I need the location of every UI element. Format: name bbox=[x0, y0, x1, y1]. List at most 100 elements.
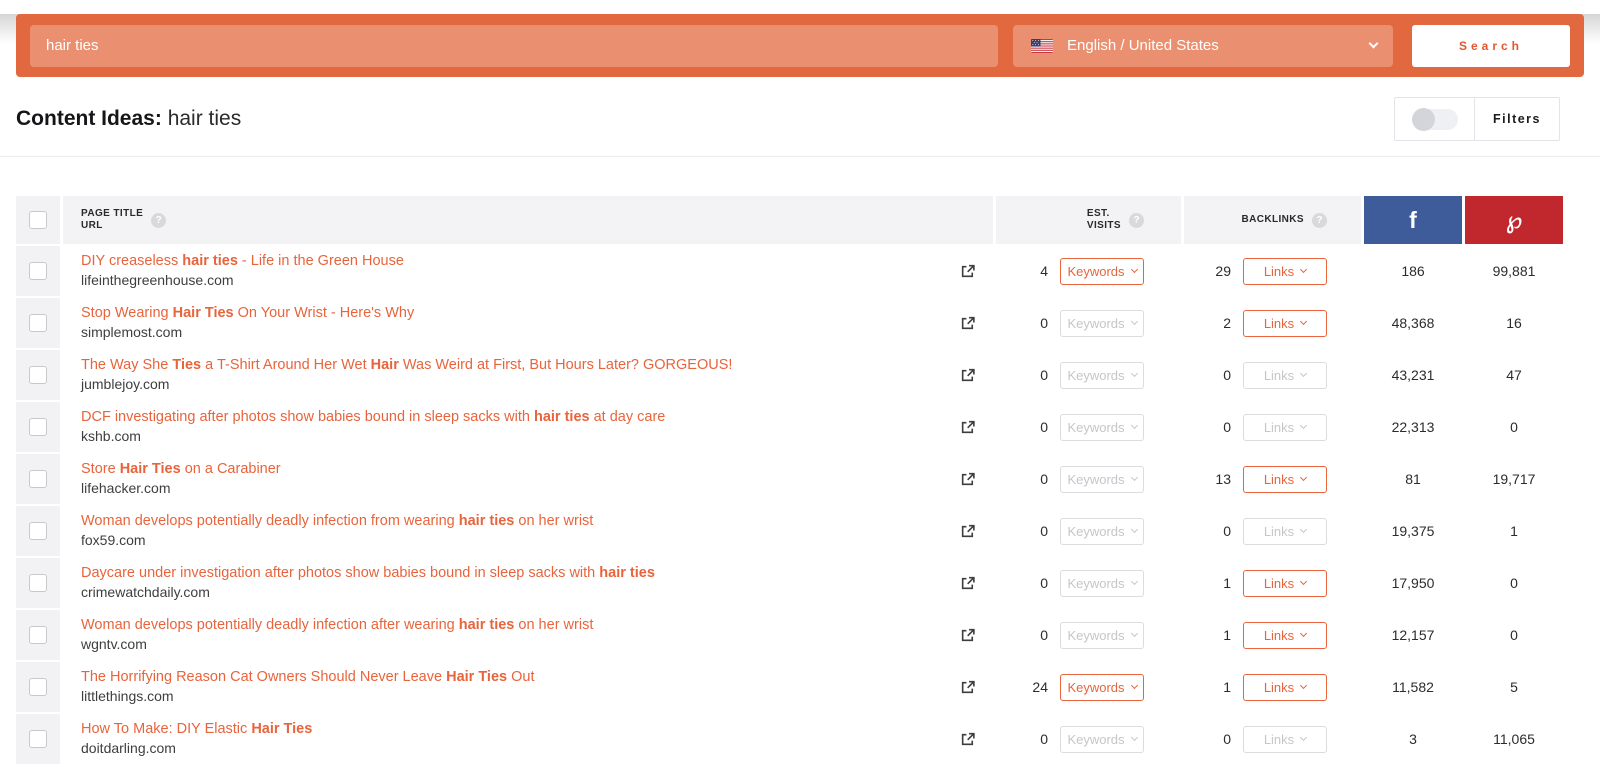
row-checkbox[interactable] bbox=[29, 678, 47, 696]
est-visits-value: 0 bbox=[1040, 367, 1048, 383]
row-select-cell bbox=[16, 558, 60, 608]
backlinks-cell: 1 Links bbox=[1184, 610, 1361, 660]
est-visits-value: 0 bbox=[1040, 523, 1048, 539]
keywords-dropdown: Keywords bbox=[1060, 361, 1144, 389]
external-link-icon[interactable] bbox=[960, 731, 976, 752]
help-icon[interactable]: ? bbox=[1312, 212, 1327, 228]
facebook-shares: 11,582 bbox=[1392, 679, 1434, 695]
page-title-link[interactable]: Woman develops potentially deadly infect… bbox=[81, 616, 593, 635]
external-link-icon[interactable] bbox=[960, 523, 976, 544]
links-dropdown[interactable]: Links bbox=[1243, 569, 1327, 597]
keywords-dropdown: Keywords bbox=[1060, 465, 1144, 493]
row-checkbox[interactable] bbox=[29, 730, 47, 748]
help-icon[interactable]: ? bbox=[1129, 212, 1144, 228]
links-dropdown[interactable]: Links bbox=[1243, 465, 1327, 493]
toggle-switch-off[interactable] bbox=[1411, 107, 1458, 131]
external-link-icon[interactable] bbox=[960, 419, 976, 440]
pinterest-shares: 99,881 bbox=[1492, 263, 1536, 279]
table-row: The Horrifying Reason Cat Owners Should … bbox=[63, 662, 993, 712]
est-visits-value: 24 bbox=[1032, 679, 1048, 695]
table-row: Store Hair Ties on a Carabiner lifehacker… bbox=[63, 454, 993, 504]
links-dropdown: Links bbox=[1243, 725, 1327, 753]
col-header-page-title: PAGE TITLE bbox=[81, 208, 144, 219]
help-icon[interactable]: ? bbox=[151, 212, 167, 228]
facebook-shares: 22,313 bbox=[1391, 419, 1435, 435]
table-row: DIY creaseless hair ties - Life in the G… bbox=[63, 246, 993, 296]
page-title-link[interactable]: DIY creaseless hair ties - Life in the G… bbox=[81, 252, 404, 271]
backlinks-cell: 0 Links bbox=[1184, 402, 1361, 452]
est-visits-value: 0 bbox=[1040, 627, 1048, 643]
row-select-cell bbox=[16, 402, 60, 452]
row-checkbox[interactable] bbox=[29, 314, 47, 332]
page-title-link[interactable]: DCF investigating after photos show babi… bbox=[81, 408, 665, 427]
page-title-link[interactable]: How To Make: DIY Elastic Hair Ties bbox=[81, 720, 312, 739]
external-link-icon[interactable] bbox=[960, 367, 976, 388]
language-selector[interactable]: English / United States bbox=[1013, 24, 1393, 67]
page-title-link[interactable]: Woman develops potentially deadly infect… bbox=[81, 512, 593, 531]
search-input[interactable] bbox=[30, 24, 998, 67]
page-title-link[interactable]: The Horrifying Reason Cat Owners Should … bbox=[81, 668, 535, 687]
section-divider bbox=[0, 156, 1600, 157]
backlinks-value: 0 bbox=[1223, 731, 1231, 747]
external-link-icon[interactable] bbox=[960, 679, 976, 700]
page-title: Content Ideas: hair ties bbox=[16, 107, 241, 131]
keywords-dropdown: Keywords bbox=[1060, 517, 1144, 545]
pinterest-icon: ℘ bbox=[1505, 206, 1523, 234]
page-title-link[interactable]: Daycare under investigation after photos… bbox=[81, 564, 655, 583]
facebook-header-cell: f bbox=[1364, 196, 1462, 244]
select-all-checkbox[interactable] bbox=[29, 211, 47, 229]
links-dropdown[interactable]: Links bbox=[1243, 621, 1327, 649]
page-title-link[interactable]: Stop Wearing Hair Ties On Your Wrist - H… bbox=[81, 304, 414, 323]
page-title-link[interactable]: The Way She Ties a T-Shirt Around Her We… bbox=[81, 356, 732, 375]
col-header-url: URL bbox=[81, 220, 103, 231]
page-title-link[interactable]: Store Hair Ties on a Carabiner bbox=[81, 460, 281, 479]
external-link-icon[interactable] bbox=[960, 263, 976, 284]
facebook-shares: 19,375 bbox=[1391, 523, 1435, 539]
row-checkbox[interactable] bbox=[29, 418, 47, 436]
est-visits-cell: 0 Keywords bbox=[996, 402, 1181, 452]
table-row: DCF investigating after photos show babi… bbox=[63, 402, 993, 452]
backlinks-cell: 13 Links bbox=[1184, 454, 1361, 504]
keywords-dropdown[interactable]: Keywords bbox=[1060, 257, 1144, 285]
external-link-icon[interactable] bbox=[960, 471, 976, 492]
row-checkbox[interactable] bbox=[29, 574, 47, 592]
search-button[interactable]: Search bbox=[1412, 24, 1570, 67]
table-row: Woman develops potentially deadly infect… bbox=[63, 506, 993, 556]
external-link-icon[interactable] bbox=[960, 315, 976, 336]
row-select-cell bbox=[16, 506, 60, 556]
est-visits-cell: 0 Keywords bbox=[996, 610, 1181, 660]
filters-label[interactable]: Filters bbox=[1475, 98, 1559, 140]
page-title-prefix: Content Ideas: bbox=[16, 107, 162, 130]
keywords-dropdown[interactable]: Keywords bbox=[1060, 673, 1144, 701]
facebook-shares: 12,157 bbox=[1391, 627, 1435, 643]
row-checkbox[interactable] bbox=[29, 262, 47, 280]
est-visits-cell: 0 Keywords bbox=[996, 714, 1181, 764]
est-visits-value: 4 bbox=[1040, 263, 1048, 279]
est-visits-cell: 0 Keywords bbox=[996, 454, 1181, 504]
filters-toggle[interactable] bbox=[1395, 98, 1475, 140]
backlinks-cell: 29 Links bbox=[1184, 246, 1361, 296]
toggle-knob bbox=[1411, 107, 1435, 131]
external-link-icon[interactable] bbox=[960, 575, 976, 596]
keywords-dropdown: Keywords bbox=[1060, 725, 1144, 753]
keywords-dropdown: Keywords bbox=[1060, 621, 1144, 649]
backlinks-cell: 1 Links bbox=[1184, 662, 1361, 712]
backlinks-value: 29 bbox=[1215, 263, 1231, 279]
row-checkbox[interactable] bbox=[29, 470, 47, 488]
backlinks-value: 0 bbox=[1223, 523, 1231, 539]
links-dropdown[interactable]: Links bbox=[1243, 673, 1327, 701]
col-header-backlinks: BACKLINKS bbox=[1241, 214, 1304, 225]
external-link-icon[interactable] bbox=[960, 627, 976, 648]
row-checkbox[interactable] bbox=[29, 626, 47, 644]
links-dropdown[interactable]: Links bbox=[1243, 257, 1327, 285]
row-checkbox[interactable] bbox=[29, 366, 47, 384]
col-header-visits: VISITS bbox=[1086, 220, 1121, 231]
keywords-dropdown: Keywords bbox=[1060, 309, 1144, 337]
links-dropdown[interactable]: Links bbox=[1243, 309, 1327, 337]
row-checkbox[interactable] bbox=[29, 522, 47, 540]
backlinks-value: 0 bbox=[1223, 367, 1231, 383]
pinterest-shares: 47 bbox=[1506, 367, 1522, 383]
backlinks-value: 13 bbox=[1215, 471, 1231, 487]
est-visits-value: 0 bbox=[1040, 315, 1048, 331]
page-domain: littlethings.com bbox=[81, 688, 174, 704]
